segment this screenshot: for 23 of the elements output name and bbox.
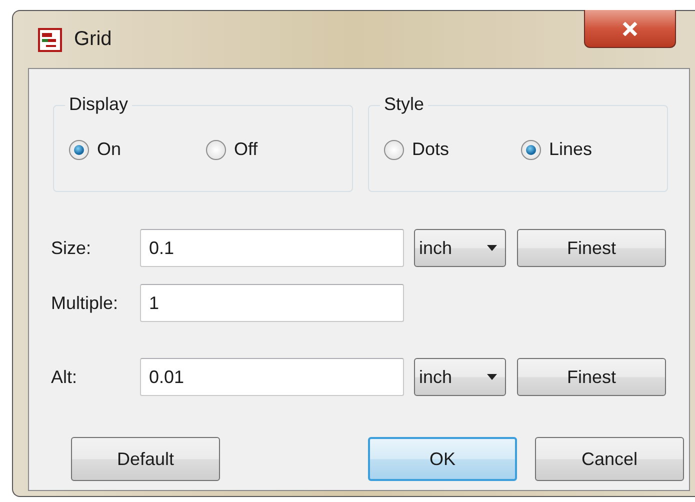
close-icon: [622, 22, 638, 36]
dialog-button[interactable]: Default: [71, 437, 220, 481]
caret-icon: [487, 374, 497, 380]
field-label: Alt:: [51, 366, 78, 388]
input-field[interactable]: 0.01: [140, 358, 404, 396]
radio-option[interactable]: Lines: [521, 139, 658, 160]
finest-button[interactable]: Finest: [517, 229, 666, 267]
close-button[interactable]: [584, 10, 676, 48]
input-field[interactable]: 0.1: [140, 229, 404, 267]
input-field[interactable]: 1: [140, 284, 404, 322]
field-label: Multiple:: [51, 292, 120, 314]
radio-option[interactable]: On: [69, 139, 206, 160]
window-title: Grid: [74, 28, 112, 51]
finest-button[interactable]: Finest: [517, 358, 666, 396]
dialog-button[interactable]: Cancel: [535, 437, 684, 481]
unit-dropdown[interactable]: inch: [414, 229, 506, 267]
app-icon: [38, 28, 62, 52]
dialog-button[interactable]: OK: [368, 437, 517, 481]
caret-icon: [487, 245, 497, 251]
radio-option[interactable]: Dots: [384, 139, 521, 160]
field-label: Size:: [51, 238, 92, 258]
radio-option[interactable]: Off: [206, 139, 343, 160]
unit-dropdown[interactable]: inch: [414, 358, 506, 396]
